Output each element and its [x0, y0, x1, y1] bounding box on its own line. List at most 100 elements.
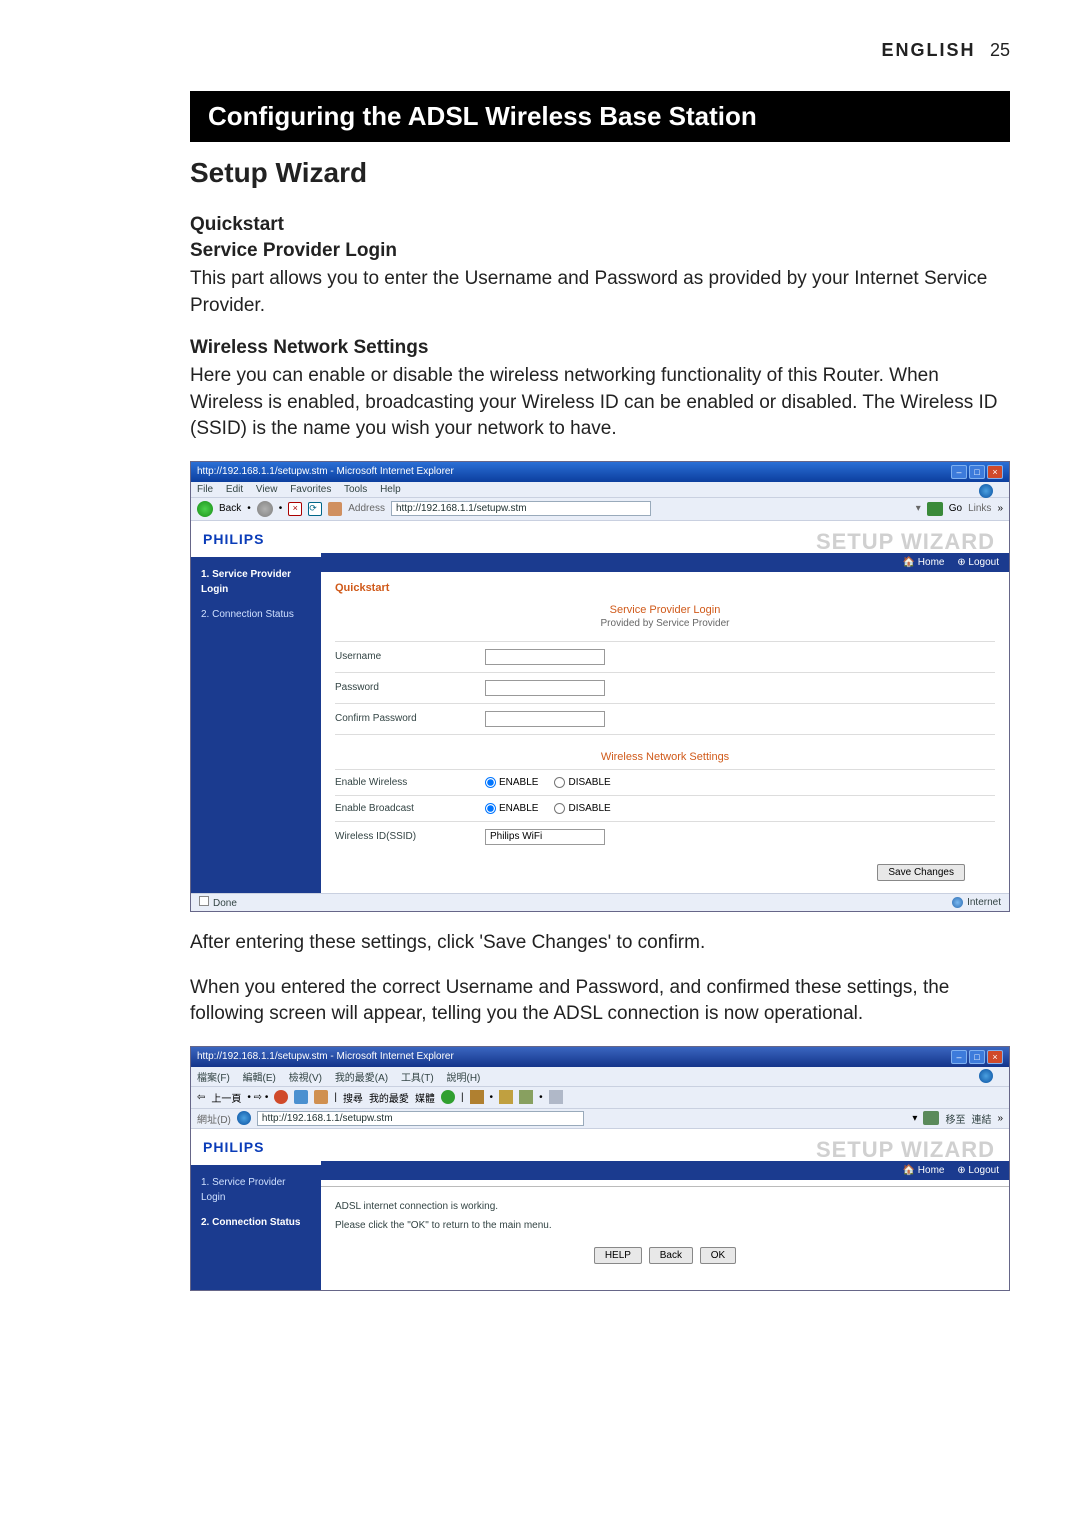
- media-label[interactable]: 媒體: [415, 1090, 435, 1105]
- page-icon: [237, 1111, 251, 1125]
- refresh-icon[interactable]: [294, 1090, 308, 1104]
- menu-help[interactable]: 說明(H): [447, 1073, 481, 1084]
- section-title: Setup Wizard: [190, 157, 1010, 189]
- menu-file[interactable]: File: [197, 484, 213, 495]
- enable-wireless-disable[interactable]: DISABLE: [554, 777, 610, 788]
- after-settings-text: After entering these settings, click 'Sa…: [190, 930, 1010, 957]
- mail-icon[interactable]: [470, 1090, 484, 1104]
- confirm-password-label: Confirm Password: [335, 713, 485, 724]
- form-spl-title: Service Provider Login: [335, 598, 995, 618]
- brand-logo: PHILIPS: [191, 521, 321, 557]
- browser-screenshot-1: http://192.168.1.1/setupw.stm - Microsof…: [190, 461, 1010, 912]
- history-icon[interactable]: [441, 1090, 455, 1104]
- help-button[interactable]: HELP: [594, 1247, 642, 1264]
- close-icon[interactable]: ×: [987, 465, 1003, 479]
- wizard-header: SETUP WIZARD: [321, 521, 1009, 555]
- address-label: 網址(D): [197, 1111, 231, 1126]
- ssid-input[interactable]: [485, 829, 605, 845]
- save-changes-button[interactable]: Save Changes: [877, 864, 965, 881]
- language-label: ENGLISH: [882, 40, 976, 60]
- browser-menubar: File Edit View Favorites Tools Help: [191, 482, 1009, 498]
- browser-titlebar: http://192.168.1.1/setupw.stm - Microsof…: [191, 462, 1009, 482]
- back-label[interactable]: 上一頁: [211, 1090, 241, 1105]
- browser2-menubar: 檔案(F) 編輯(E) 檢視(V) 我的最愛(A) 工具(T) 說明(H): [191, 1067, 1009, 1087]
- menu-edit[interactable]: Edit: [226, 484, 243, 495]
- links-label[interactable]: Links: [968, 503, 991, 514]
- maximize-icon[interactable]: □: [969, 465, 985, 479]
- menu-help[interactable]: Help: [380, 484, 401, 495]
- maximize-icon[interactable]: □: [969, 1050, 985, 1064]
- menu-view[interactable]: View: [256, 484, 278, 495]
- enable-broadcast-enable[interactable]: ENABLE: [485, 803, 538, 814]
- go-icon[interactable]: [927, 502, 943, 516]
- sidebar: PHILIPS 1. Service Provider Login 2. Con…: [191, 521, 321, 893]
- print-icon[interactable]: [499, 1090, 513, 1104]
- main-pane: SETUP WIZARD 🏠 Home ⊕ Logout Quickstart …: [321, 521, 1009, 893]
- sidebar-item-connstatus[interactable]: 2. Connection Status: [201, 1215, 311, 1230]
- menu-tools[interactable]: 工具(T): [401, 1073, 434, 1084]
- quickstart-heading: Quickstart: [190, 214, 1010, 236]
- discuss-icon[interactable]: [549, 1090, 563, 1104]
- page-number: 25: [990, 40, 1010, 60]
- logout-link[interactable]: ⊕ Logout: [957, 557, 999, 568]
- username-input[interactable]: [485, 649, 605, 665]
- go-icon[interactable]: [923, 1111, 939, 1125]
- menu-view[interactable]: 檢視(V): [289, 1073, 322, 1084]
- ok-button[interactable]: OK: [700, 1247, 736, 1264]
- back-icon[interactable]: [197, 501, 213, 517]
- browser2-titlebar: http://192.168.1.1/setupw.stm - Microsof…: [191, 1047, 1009, 1067]
- search-label[interactable]: 搜尋: [343, 1090, 363, 1105]
- enable-broadcast-label: Enable Broadcast: [335, 803, 485, 814]
- form-spl-sub: Provided by Service Provider: [335, 618, 995, 637]
- sidebar-item-spl[interactable]: 1. Service Provider Login: [201, 1175, 311, 1205]
- brand-logo: PHILIPS: [191, 1129, 321, 1165]
- menu-edit[interactable]: 編輯(E): [243, 1073, 276, 1084]
- browser-statusbar: Done Internet: [191, 893, 1009, 911]
- enable-wireless-enable[interactable]: ENABLE: [485, 777, 538, 788]
- sidebar-item-spl[interactable]: 1. Service Provider Login: [201, 567, 311, 597]
- globe-icon: [952, 897, 963, 908]
- menu-file[interactable]: 檔案(F): [197, 1073, 230, 1084]
- sidebar-item-connstatus[interactable]: 2. Connection Status: [201, 607, 311, 622]
- home-link[interactable]: 🏠 Home: [903, 557, 945, 568]
- stop-icon[interactable]: [274, 1090, 288, 1104]
- ie-logo-icon: [979, 484, 993, 498]
- confirm-password-input[interactable]: [485, 711, 605, 727]
- logout-link[interactable]: ⊕ Logout: [957, 1165, 999, 1176]
- password-input[interactable]: [485, 680, 605, 696]
- home-icon[interactable]: [314, 1090, 328, 1104]
- menu-tools[interactable]: Tools: [344, 484, 367, 495]
- address-label: Address: [348, 503, 385, 514]
- browser2-title-text: http://192.168.1.1/setupw.stm - Microsof…: [197, 1051, 454, 1062]
- spl-text: This part allows you to enter the Userna…: [190, 266, 1010, 319]
- home-link[interactable]: 🏠 Home: [903, 1165, 945, 1176]
- close-icon[interactable]: ×: [987, 1050, 1003, 1064]
- spl-heading: Service Provider Login: [190, 240, 1010, 262]
- go-label: 移至: [945, 1111, 965, 1126]
- home-icon[interactable]: [328, 502, 342, 516]
- menu-favorites[interactable]: Favorites: [290, 484, 331, 495]
- stop-icon[interactable]: ×: [288, 502, 302, 516]
- sidebar: PHILIPS 1. Service Provider Login 2. Con…: [191, 1129, 321, 1290]
- back-button[interactable]: Back: [649, 1247, 693, 1264]
- page-header: ENGLISH 25: [190, 40, 1010, 61]
- main-pane: SETUP WIZARD 🏠 Home ⊕ Logout ADSL intern…: [321, 1129, 1009, 1290]
- address-input[interactable]: http://192.168.1.1/setupw.stm: [391, 501, 651, 516]
- browser2-toolbar: ⇦ 上一頁 • ⇨ • | 搜尋 我的最愛 媒體 | • •: [191, 1087, 1009, 1109]
- forward-icon[interactable]: [257, 501, 273, 517]
- address-input[interactable]: http://192.168.1.1/setupw.stm: [257, 1111, 584, 1126]
- menu-favorites[interactable]: 我的最愛(A): [335, 1073, 388, 1084]
- edit-icon[interactable]: [519, 1090, 533, 1104]
- wns-text: Here you can enable or disable the wirel…: [190, 363, 1010, 443]
- enable-broadcast-disable[interactable]: DISABLE: [554, 803, 610, 814]
- username-label: Username: [335, 651, 485, 662]
- refresh-icon[interactable]: ⟳: [308, 502, 322, 516]
- browser-screenshot-2: http://192.168.1.1/setupw.stm - Microsof…: [190, 1046, 1010, 1291]
- favorites-label[interactable]: 我的最愛: [369, 1090, 409, 1105]
- links-label[interactable]: 連結: [971, 1111, 991, 1126]
- minimize-icon[interactable]: –: [951, 465, 967, 479]
- minimize-icon[interactable]: –: [951, 1050, 967, 1064]
- status-zone: Internet: [967, 897, 1001, 908]
- head-links: 🏠 Home ⊕ Logout: [321, 553, 1009, 572]
- ie-logo-icon: [979, 1069, 993, 1083]
